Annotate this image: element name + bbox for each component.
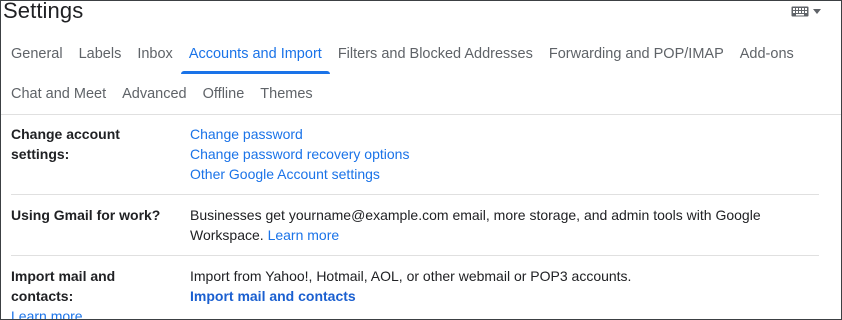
tab-accounts-and-import[interactable]: Accounts and Import	[180, 34, 330, 74]
import-description: Import from Yahoo!, Hotmail, AOL, or oth…	[190, 268, 632, 284]
change-password-link[interactable]: Change password	[190, 124, 819, 144]
tab-inbox[interactable]: Inbox	[129, 34, 180, 74]
tab-labels[interactable]: Labels	[71, 34, 130, 74]
divider	[11, 255, 819, 256]
tab-general[interactable]: General	[1, 34, 71, 74]
tab-themes[interactable]: Themes	[252, 74, 320, 114]
import-content: Import from Yahoo!, Hotmail, AOL, or oth…	[181, 266, 819, 319]
tab-row-1: General Labels Inbox Accounts and Import…	[1, 34, 841, 74]
keyboard-icon	[791, 6, 809, 17]
account-settings-links: Change password Change password recovery…	[181, 124, 819, 184]
learn-more-workspace-link[interactable]: Learn more	[268, 227, 340, 243]
divider	[11, 194, 819, 195]
settings-tabs: General Labels Inbox Accounts and Import…	[1, 34, 841, 115]
settings-window: Settings General Labels Inbox Accounts a…	[0, 0, 842, 320]
tab-offline[interactable]: Offline	[195, 74, 253, 114]
other-google-account-settings-link[interactable]: Other Google Account settings	[190, 164, 819, 184]
page-title: Settings	[3, 0, 84, 23]
gmail-for-work-content: Businesses get yourname@example.com emai…	[181, 205, 819, 245]
change-recovery-options-link[interactable]: Change password recovery options	[190, 144, 819, 164]
tab-chat-and-meet[interactable]: Chat and Meet	[1, 74, 114, 114]
account-settings-section: Change account settings: Change password…	[1, 124, 819, 184]
import-section: Import mail and contacts: Learn more Imp…	[1, 266, 819, 319]
import-label: Import mail and contacts:	[11, 268, 116, 304]
account-settings-label: Change account settings:	[11, 126, 120, 162]
workspace-text: Workspace.	[190, 227, 264, 243]
input-tools-toggle[interactable]	[791, 6, 821, 17]
gmail-for-work-text-2: Workspace. Learn more	[190, 225, 819, 245]
caret-down-icon	[813, 9, 821, 14]
tab-row-2: Chat and Meet Advanced Offline Themes	[1, 74, 841, 114]
tab-filters[interactable]: Filters and Blocked Addresses	[330, 34, 541, 74]
tab-add-ons[interactable]: Add-ons	[732, 34, 802, 74]
import-mail-and-contacts-link[interactable]: Import mail and contacts	[190, 286, 819, 306]
tab-advanced[interactable]: Advanced	[114, 74, 195, 114]
import-label-group: Import mail and contacts: Learn more	[1, 266, 181, 319]
learn-more-import-link[interactable]: Learn more	[11, 306, 181, 319]
gmail-for-work-section: Using Gmail for work? Businesses get you…	[1, 205, 819, 245]
tab-forwarding[interactable]: Forwarding and POP/IMAP	[541, 34, 732, 74]
gmail-for-work-label: Using Gmail for work?	[11, 207, 161, 223]
gmail-for-work-text: Businesses get yourname@example.com emai…	[190, 207, 761, 223]
